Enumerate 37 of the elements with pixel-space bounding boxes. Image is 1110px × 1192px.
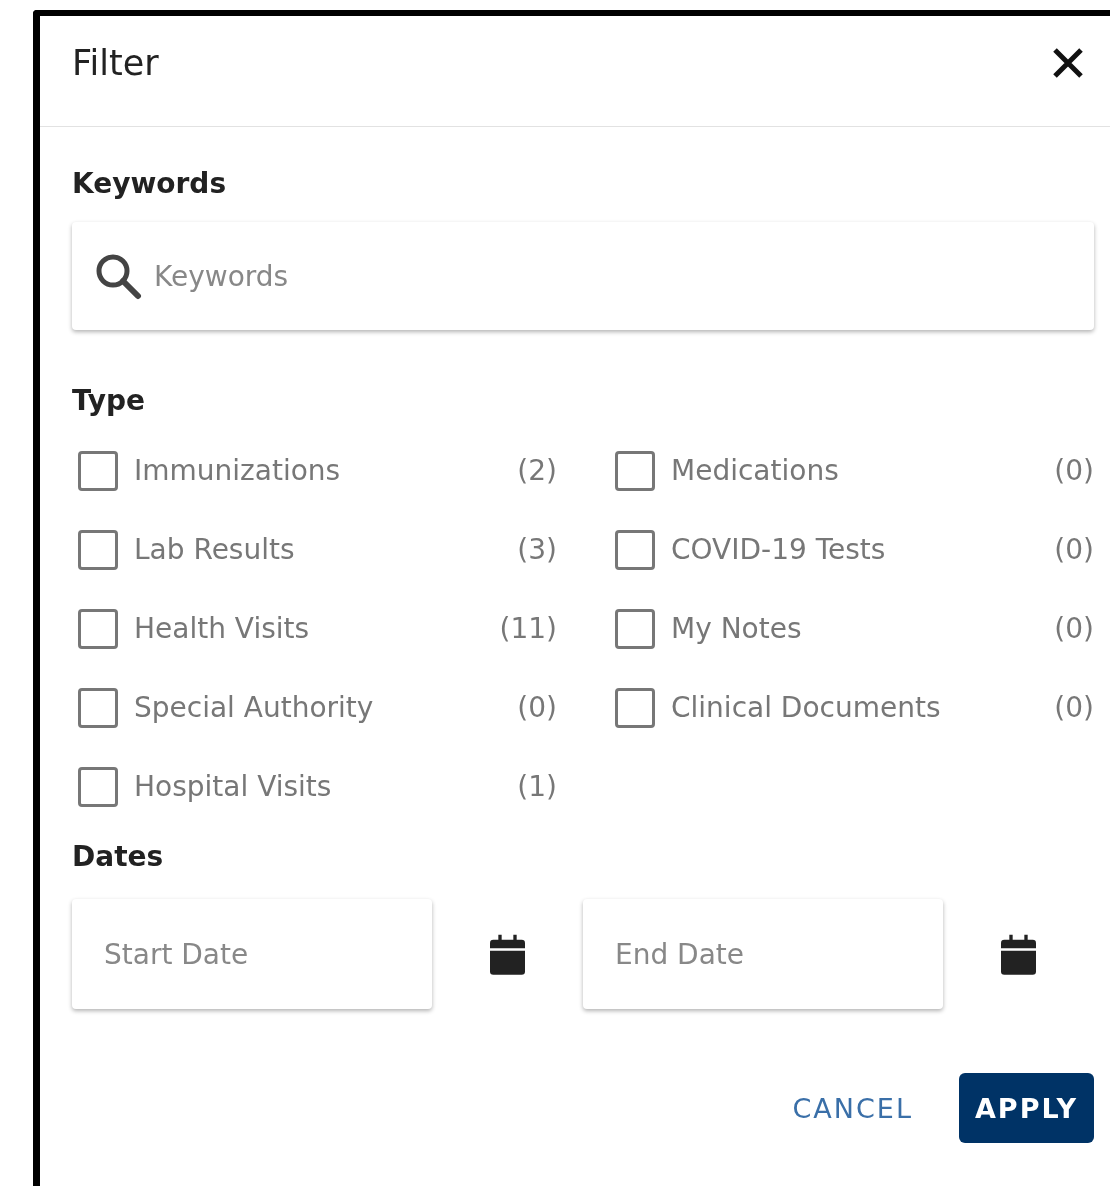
item-count: (0) <box>1054 454 1094 487</box>
checkbox[interactable] <box>78 766 118 807</box>
section-heading: Type <box>72 384 147 417</box>
checkbox[interactable] <box>615 608 655 649</box>
checkbox[interactable] <box>78 450 118 491</box>
dialog-title: Filter <box>72 43 159 83</box>
checkbox[interactable] <box>78 608 118 649</box>
apply-button[interactable]: APPLY <box>958 1073 1094 1143</box>
checkbox-label[interactable]: Special Authority <box>134 691 518 724</box>
checkbox[interactable] <box>615 687 655 728</box>
close-icon[interactable] <box>1052 47 1084 79</box>
checkbox-label[interactable]: My Notes <box>671 612 1055 645</box>
checkbox-label[interactable]: Hospital Visits <box>134 770 518 803</box>
item-count: (0) <box>1054 533 1094 566</box>
item-count: (2) <box>517 454 557 487</box>
cancel-button[interactable]: CANCEL <box>776 1073 929 1143</box>
item-count: (0) <box>1054 612 1094 645</box>
item-count: (3) <box>517 533 557 566</box>
item-count: (11) <box>499 612 557 645</box>
checkbox[interactable] <box>615 529 655 570</box>
section-heading: Dates <box>72 840 165 873</box>
checkbox-label[interactable]: Health Visits <box>134 612 500 645</box>
item-count: (1) <box>517 770 557 803</box>
checkbox-label[interactable]: COVID-19 Tests <box>671 533 1055 566</box>
checkbox[interactable] <box>615 450 655 491</box>
section-heading: Keywords <box>72 167 228 200</box>
checkbox-label[interactable]: Medications <box>671 454 1055 487</box>
date-field[interactable]: End Date <box>583 899 943 1009</box>
search-field[interactable]: Keywords <box>72 222 1094 330</box>
checkbox[interactable] <box>78 529 118 570</box>
checkbox-label[interactable]: Clinical Documents <box>671 691 1055 724</box>
checkbox-label[interactable]: Immunizations <box>134 454 518 487</box>
date-field[interactable]: Start Date <box>72 899 432 1009</box>
item-count: (0) <box>1054 691 1094 724</box>
checkbox[interactable] <box>78 687 118 728</box>
checkbox-label[interactable]: Lab Results <box>134 533 518 566</box>
item-count: (0) <box>517 691 557 724</box>
